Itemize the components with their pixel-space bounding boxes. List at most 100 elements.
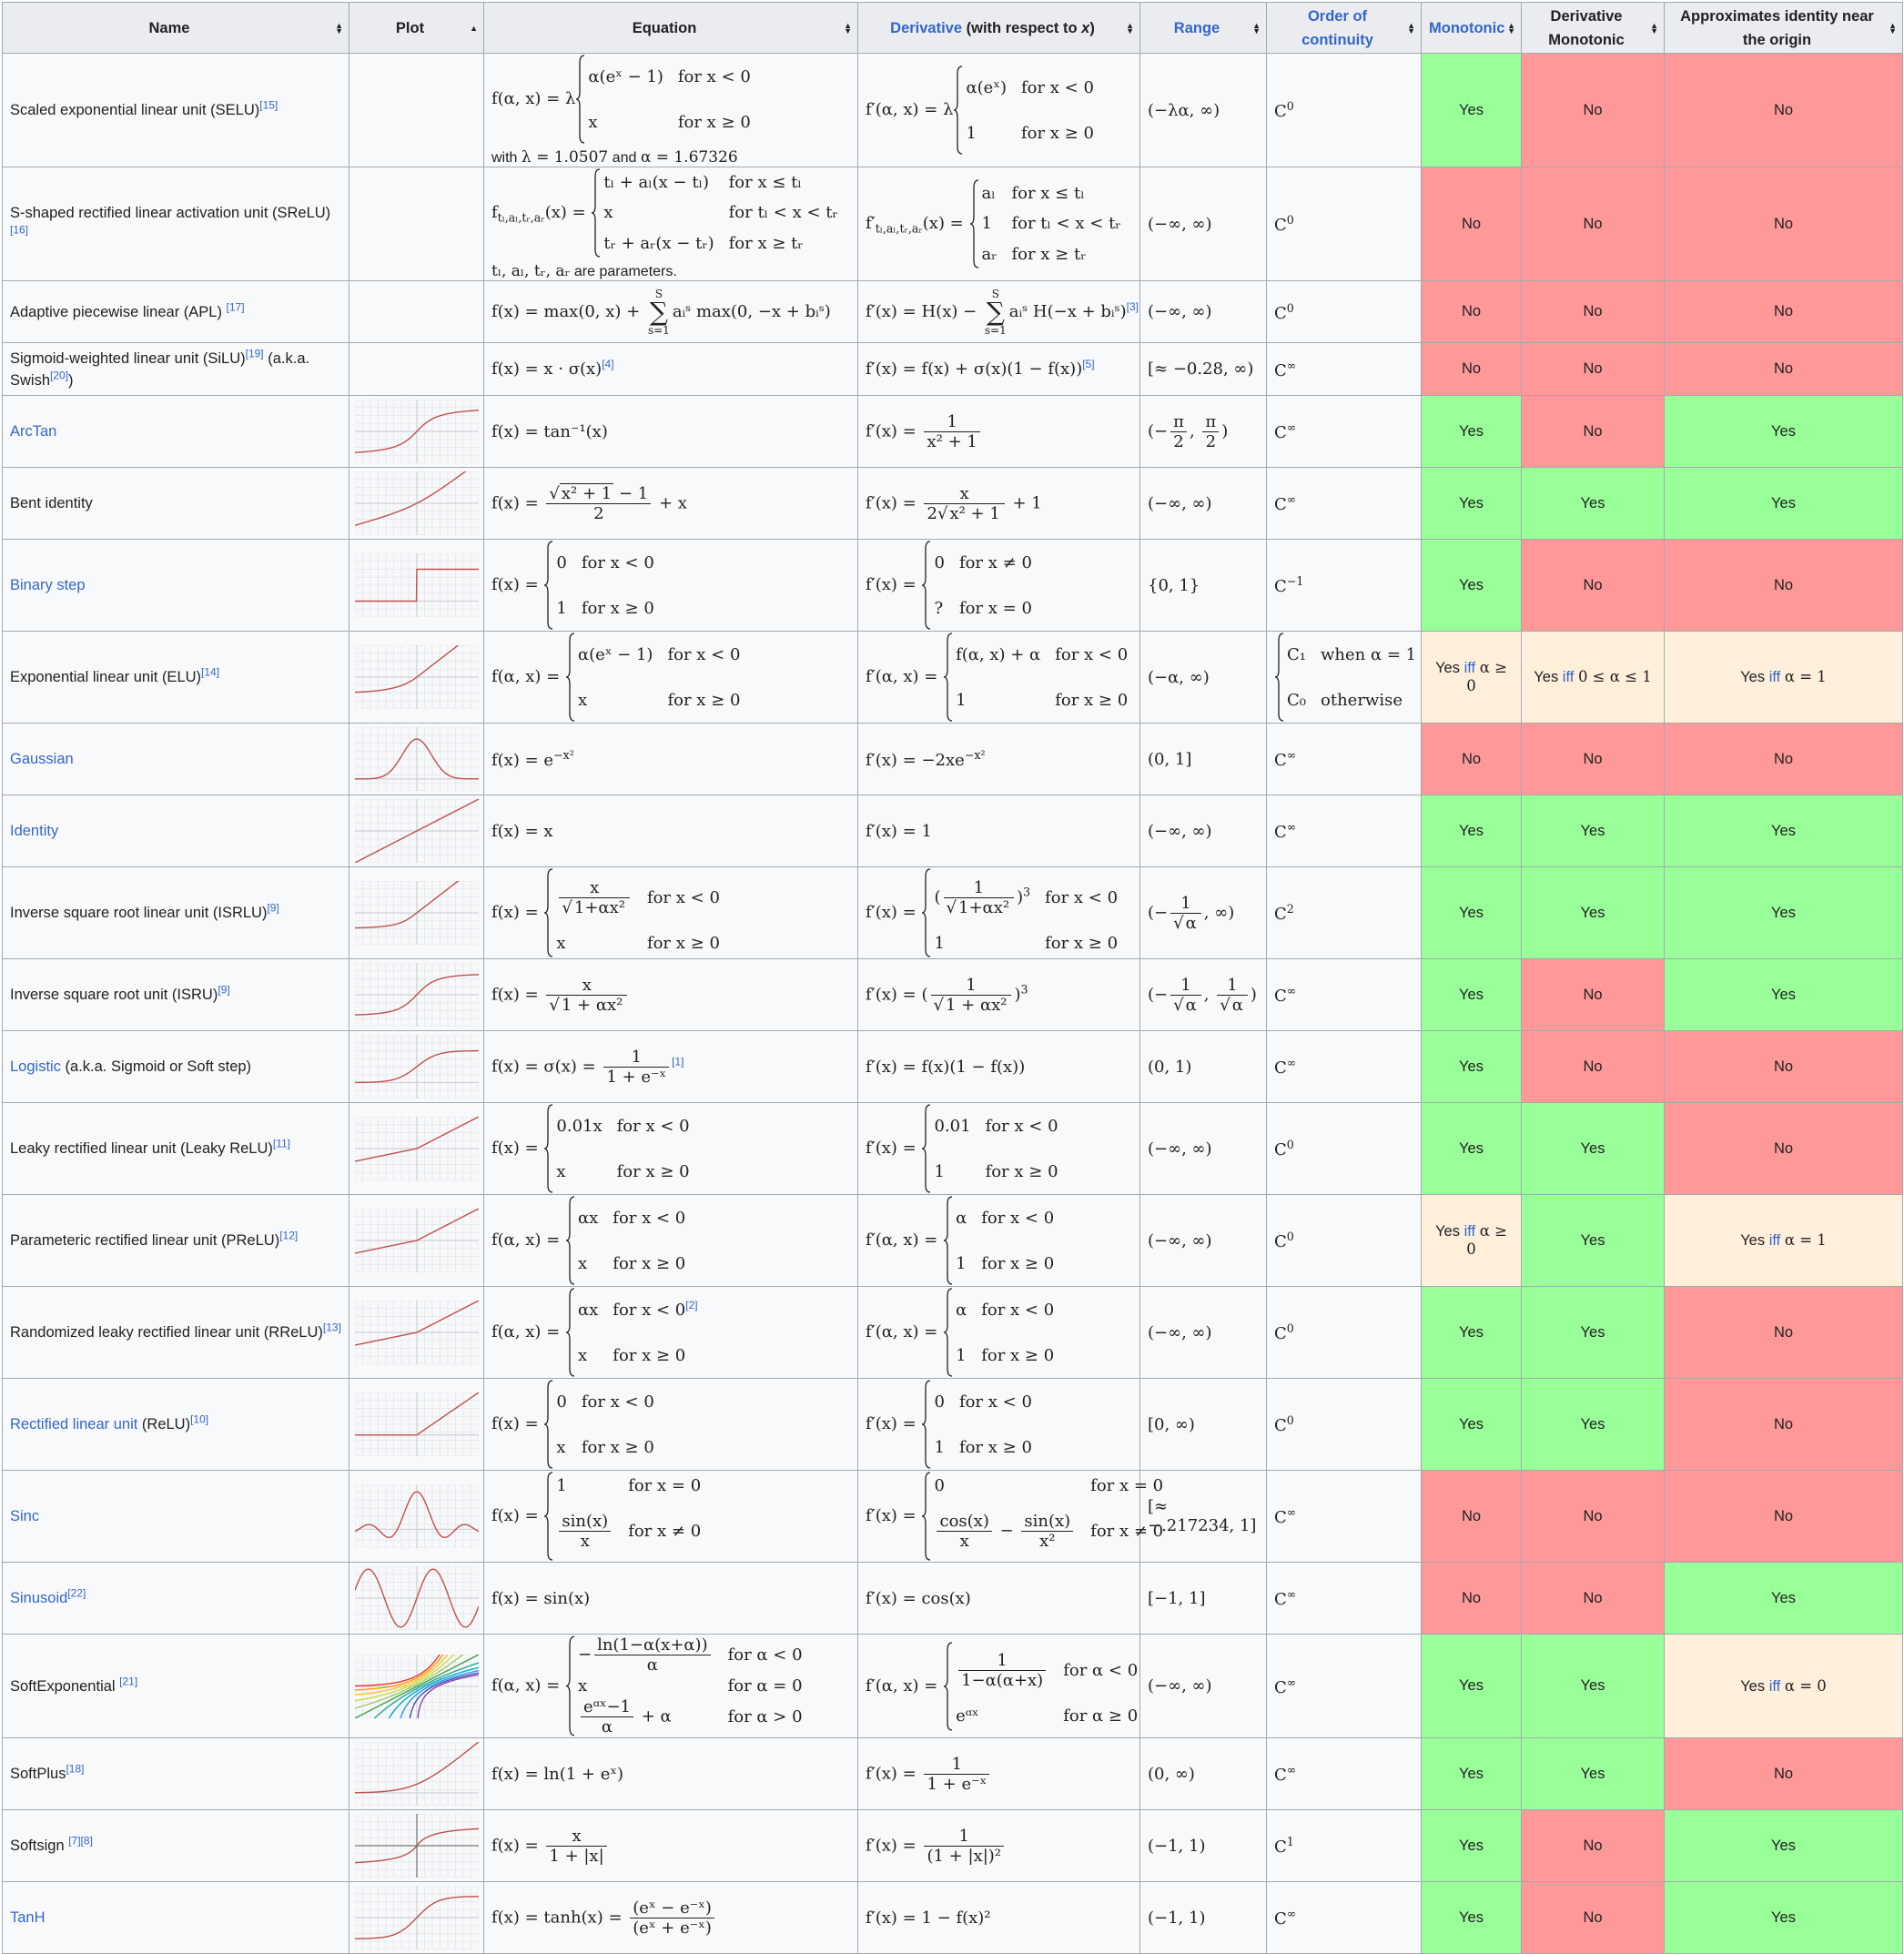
plot-binary[interactable] bbox=[355, 553, 479, 617]
reference-link[interactable]: [9] bbox=[218, 984, 229, 997]
fraction: (eˣ − e⁻ˣ) (eˣ + e⁻ˣ) bbox=[630, 1898, 714, 1938]
equation: f(α, x) = αx for x < 0[2] x for x ≥ 0 bbox=[491, 1287, 850, 1378]
link[interactable]: Sinc bbox=[10, 1508, 39, 1524]
plot-leaky[interactable] bbox=[355, 1117, 479, 1180]
reference-link[interactable]: [12] bbox=[279, 1230, 298, 1242]
sort-icon[interactable]: ▲ ▼ bbox=[1126, 21, 1134, 35]
column-header-order-of-continuity[interactable]: Order of continuity ▲ ▼ bbox=[1266, 2, 1422, 54]
square-root: √ 1+αx² bbox=[947, 896, 1012, 917]
text: Yes bbox=[1435, 1223, 1464, 1240]
sort-ascending-icon[interactable]: ▲ bbox=[470, 24, 478, 32]
column-header-approximates-identity[interactable]: Approximates identity near the origin ▲ ▼ bbox=[1664, 2, 1903, 54]
column-header-plot[interactable]: Plot ▲ bbox=[349, 2, 484, 54]
link[interactable]: iff bbox=[1769, 669, 1781, 685]
reference-link[interactable]: [9] bbox=[267, 902, 279, 915]
link[interactable]: ArcTan bbox=[10, 423, 56, 440]
plot-arctan[interactable] bbox=[355, 400, 479, 463]
link[interactable]: Derivative bbox=[890, 20, 962, 36]
reference-link[interactable]: [13] bbox=[323, 1321, 341, 1334]
link[interactable]: Order of continuity bbox=[1301, 8, 1373, 48]
case-row: tₗ + aₗ(x − tₗ) for x ≤ tₗ bbox=[602, 167, 850, 197]
plot-identity[interactable] bbox=[355, 799, 479, 863]
text: x bbox=[590, 877, 600, 897]
name-cell: Identity bbox=[2, 795, 349, 867]
equation-cell: f(x) = x1 + |x| bbox=[483, 1809, 858, 1882]
reference-link[interactable]: [20] bbox=[50, 369, 68, 381]
fraction: 1 (1 + |x|)² bbox=[924, 1827, 1005, 1866]
column-header-derivative[interactable]: Derivative (with respect to x) ▲ ▼ bbox=[857, 2, 1140, 54]
link[interactable]: iff bbox=[1464, 1223, 1476, 1240]
sort-icon[interactable]: ▲ ▼ bbox=[1507, 21, 1515, 35]
fraction: 1 √ α bbox=[1217, 976, 1248, 1015]
reference-link[interactable]: [4] bbox=[602, 358, 613, 370]
reference-link[interactable]: [15] bbox=[259, 99, 278, 112]
reference-link[interactable]: [18] bbox=[66, 1763, 84, 1776]
column-header-equation[interactable]: Equation ▲ ▼ bbox=[483, 2, 858, 54]
left-brace-icon bbox=[921, 1471, 932, 1562]
reference-link[interactable]: [10] bbox=[190, 1413, 208, 1426]
text: 1 bbox=[1180, 893, 1191, 913]
reference-link[interactable]: [11] bbox=[273, 1138, 290, 1150]
column-header-derivative-monotonic[interactable]: Derivative Monotonic ▲ ▼ bbox=[1521, 2, 1665, 54]
link[interactable]: iff bbox=[1769, 1232, 1781, 1249]
reference-link[interactable]: [16] bbox=[10, 224, 28, 237]
reference-link[interactable]: [1] bbox=[672, 1055, 684, 1068]
plot-tanh[interactable] bbox=[355, 1886, 479, 1949]
reference-link[interactable]: [21] bbox=[119, 1675, 137, 1687]
reference-link[interactable]: [22] bbox=[67, 1587, 86, 1600]
sort-icon[interactable]: ▲ ▼ bbox=[1407, 21, 1415, 35]
link[interactable]: TanH bbox=[10, 1909, 46, 1926]
text: No bbox=[1461, 1507, 1482, 1524]
reference-link[interactable]: [5] bbox=[1082, 358, 1094, 370]
plot-relu[interactable] bbox=[355, 1392, 479, 1456]
plot-logistic[interactable] bbox=[355, 1035, 479, 1098]
plot-isrlu[interactable] bbox=[355, 881, 479, 945]
link[interactable]: Gaussian bbox=[10, 751, 74, 767]
reference-link[interactable]: [19] bbox=[246, 347, 264, 359]
link[interactable]: iff bbox=[1563, 669, 1575, 685]
link[interactable]: Range bbox=[1174, 20, 1220, 36]
text: (eˣ − e⁻ˣ) bbox=[633, 1898, 712, 1918]
reference-link[interactable]: [7][8] bbox=[68, 1835, 93, 1848]
link[interactable]: Binary step bbox=[10, 577, 86, 593]
text: aᵢˢ H(−x + bᵢˢ) bbox=[1008, 301, 1127, 321]
link[interactable]: Identity bbox=[10, 823, 58, 839]
reference-link[interactable]: [17] bbox=[227, 300, 245, 313]
plot-prelu[interactable] bbox=[355, 1209, 479, 1272]
plot-softplus[interactable] bbox=[355, 1742, 479, 1806]
link[interactable]: iff bbox=[1769, 1678, 1781, 1695]
text: Yes bbox=[1459, 101, 1484, 118]
sort-icon[interactable]: ▲ ▼ bbox=[1650, 21, 1658, 35]
plot-isru[interactable] bbox=[355, 963, 479, 1027]
equation: f(x) = tan⁻¹(x) bbox=[491, 422, 850, 441]
plot-cell bbox=[349, 1809, 484, 1882]
column-header-monotonic[interactable]: Monotonic ▲ ▼ bbox=[1421, 2, 1522, 54]
plot-rrelu[interactable] bbox=[355, 1301, 479, 1364]
plot-elu[interactable] bbox=[355, 645, 479, 709]
plot-softsign[interactable] bbox=[355, 1814, 479, 1878]
monotonic-cell-partial: Yes iff α ≥ 0 bbox=[1421, 1194, 1522, 1287]
column-header-range[interactable]: Range ▲ ▼ bbox=[1139, 2, 1267, 54]
piecewise-cases: f(α, x) + α for x < 0 1 for x ≥ 0 bbox=[943, 632, 1140, 723]
plot-bent[interactable] bbox=[355, 471, 479, 535]
plot-sinc[interactable] bbox=[355, 1484, 479, 1548]
link[interactable]: Logistic bbox=[10, 1058, 61, 1075]
link[interactable]: Rectified linear unit bbox=[10, 1416, 137, 1433]
sort-icon[interactable]: ▲ ▼ bbox=[335, 21, 343, 35]
link[interactable]: Monotonic bbox=[1429, 20, 1504, 36]
sort-icon[interactable]: ▲ ▼ bbox=[1889, 21, 1897, 35]
link[interactable]: Sinusoid bbox=[10, 1590, 67, 1606]
range-cell: (−∞, ∞) bbox=[1139, 467, 1267, 540]
plot-gaussian[interactable] bbox=[355, 727, 479, 791]
plot-softexp[interactable] bbox=[355, 1654, 479, 1718]
sort-icon[interactable]: ▲ ▼ bbox=[1252, 21, 1261, 35]
plot-sinusoid[interactable] bbox=[355, 1566, 479, 1630]
text: for x ≠ 0 bbox=[628, 1522, 702, 1542]
sort-icon[interactable]: ▲ ▼ bbox=[844, 21, 852, 35]
reference-link[interactable]: [2] bbox=[685, 1299, 697, 1311]
reference-link[interactable]: [14] bbox=[201, 666, 219, 679]
reference-link[interactable]: [3] bbox=[1127, 300, 1139, 313]
column-header-name[interactable]: Name ▲ ▼ bbox=[2, 2, 349, 54]
link[interactable]: iff bbox=[1464, 660, 1476, 676]
text: C bbox=[1274, 1232, 1287, 1251]
